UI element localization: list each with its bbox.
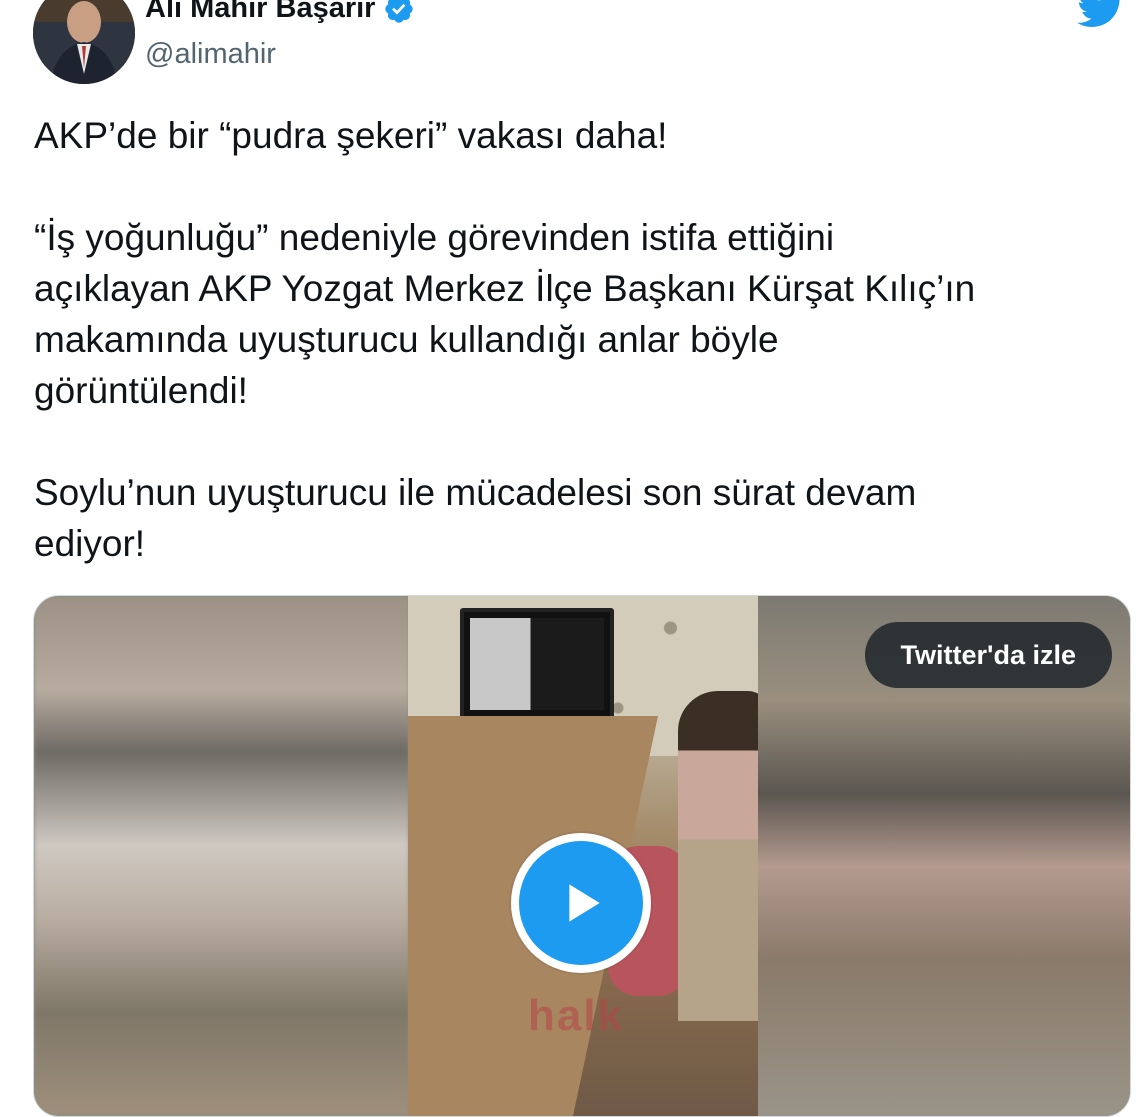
- tweet-text: AKP’de bir “pudra şekeri” vakası daha! “…: [34, 110, 1114, 569]
- author-name-row: Ali Mahir Başarır: [145, 0, 415, 25]
- play-icon: [569, 884, 600, 922]
- avatar-image: [33, 0, 135, 84]
- watch-on-twitter-button[interactable]: Twitter'da izle: [864, 622, 1112, 688]
- tweet-paragraph: AKP’de bir “pudra şekeri” vakası daha!: [34, 110, 1114, 161]
- verified-badge-icon: [385, 0, 414, 23]
- video-watermark: halk: [528, 991, 625, 1040]
- video-player[interactable]: halk Twitter'da izle: [33, 595, 1131, 1117]
- person: [678, 691, 758, 1021]
- play-button[interactable]: [511, 833, 651, 973]
- tweet-line: ediyor!: [34, 523, 146, 564]
- author-handle[interactable]: @alimahir: [145, 38, 276, 71]
- tweet-line: AKP’de bir “pudra şekeri” vakası daha!: [34, 115, 668, 156]
- tweet-line: makamında uyuşturucu kullandığı anlar bö…: [34, 319, 779, 360]
- twitter-bird-icon[interactable]: [1076, 0, 1126, 28]
- avatar[interactable]: [33, 0, 135, 84]
- tweet-line: görüntülendi!: [34, 370, 248, 411]
- tweet-line: Soylu’nun uyuşturucu ile mücadelesi son …: [34, 472, 917, 513]
- tweet-line: “İş yoğunluğu” nedeniyle görevinden isti…: [34, 217, 835, 258]
- author-display-name[interactable]: Ali Mahir Başarır: [145, 0, 375, 25]
- video-blur-left: [34, 596, 409, 1116]
- tweet-paragraph: “İş yoğunluğu” nedeniyle görevinden isti…: [34, 212, 1114, 416]
- monitor-screen: [470, 618, 604, 710]
- tweet-paragraph: Soylu’nun uyuşturucu ile mücadelesi son …: [34, 467, 1114, 569]
- monitor: [460, 608, 614, 720]
- play-button-inner: [519, 841, 643, 965]
- tweet-line: açıklayan AKP Yozgat Merkez İlçe Başkanı…: [34, 268, 976, 309]
